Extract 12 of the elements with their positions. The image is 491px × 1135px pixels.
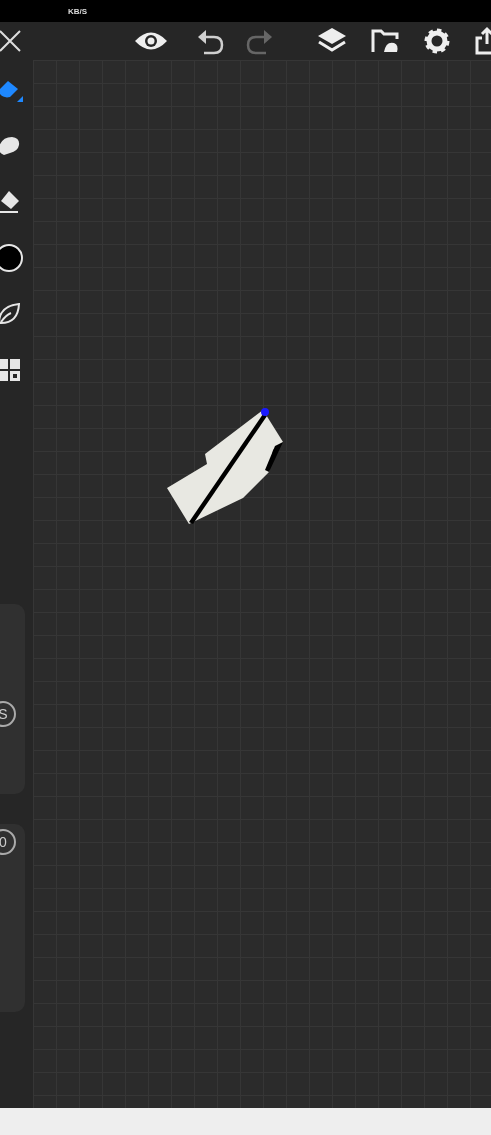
slider-panel[interactable]: 0 <box>0 824 25 1012</box>
close-icon <box>0 28 23 54</box>
leaf-icon <box>0 301 22 327</box>
network-speed: KB/S <box>68 6 88 16</box>
settings-icon <box>422 26 452 56</box>
undo-icon <box>196 27 226 55</box>
settings-button[interactable] <box>422 26 452 56</box>
eye-icon <box>134 30 168 52</box>
redo-icon <box>244 27 274 55</box>
slider-knob[interactable]: 0 <box>0 829 16 855</box>
folder-icon <box>370 27 400 55</box>
eraser-icon <box>0 189 22 215</box>
